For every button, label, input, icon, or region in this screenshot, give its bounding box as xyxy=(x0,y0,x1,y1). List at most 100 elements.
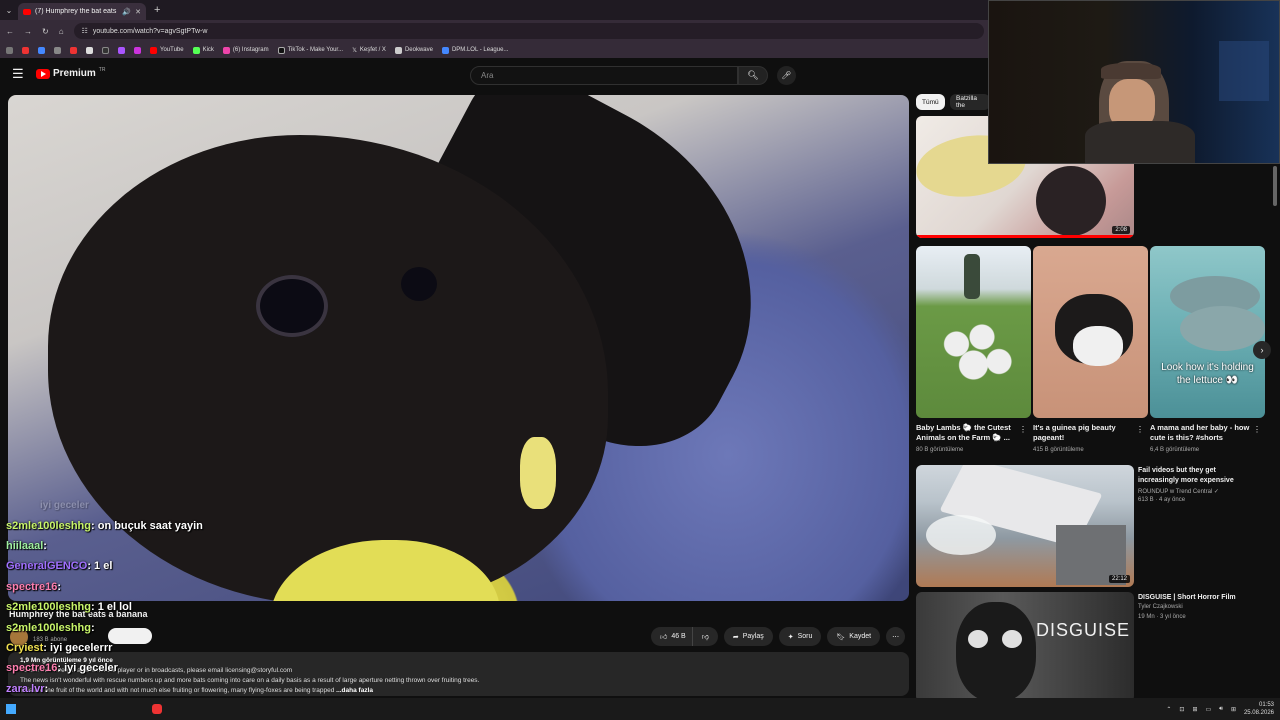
dpm-icon xyxy=(441,46,449,54)
browser-tab-bar: ⌄ (7) Humphrey the bat eats 🔊 ✕ + xyxy=(0,0,990,20)
short-thumbnail-lambs[interactable] xyxy=(916,246,1031,418)
chip-all[interactable]: Tümü xyxy=(916,94,945,110)
description-line: This are the fruit of the world and with… xyxy=(20,687,335,694)
youtube-favicon-icon xyxy=(23,8,31,15)
ask-button[interactable]: ✦ Soru xyxy=(778,627,822,646)
view-count: 1,9 Mn görüntüleme 9 yıl önce xyxy=(20,657,113,664)
video-channel[interactable]: ROUNDUP w Trend Central ✓ xyxy=(1138,488,1219,495)
recommended-video-thumbnail[interactable]: DISGUISE xyxy=(916,592,1134,702)
tab-list-icon[interactable]: ⌄ xyxy=(0,6,18,15)
reload-icon[interactable]: ↻ xyxy=(42,27,49,36)
subscribe-button[interactable] xyxy=(108,628,152,644)
close-tab-icon[interactable]: ✕ xyxy=(135,8,141,16)
site-info-icon[interactable]: ☷ xyxy=(82,27,88,35)
clock[interactable]: 01:53 25.08.2026 xyxy=(1244,701,1274,717)
x-icon: 𝕏 xyxy=(352,47,357,54)
speaker-icon[interactable]: 🔊︎ xyxy=(1219,706,1223,713)
chip-batzilla[interactable]: Batzilla the xyxy=(950,94,990,110)
bookmark-kick[interactable]: Kick xyxy=(192,46,214,54)
voice-search-button[interactable]: 🎤︎ xyxy=(777,66,796,85)
forward-icon[interactable]: → xyxy=(24,27,32,36)
bookmark-icon[interactable] xyxy=(22,46,29,54)
actions-bar: 👍︎ 46 B 👎︎ ➦ Paylaş ✦ Soru 🔖︎ Kaydet ⋯ xyxy=(651,627,906,646)
apps-icon[interactable] xyxy=(6,46,13,54)
dislike-button[interactable]: 👎︎ xyxy=(691,627,718,646)
description-box[interactable]: 1,9 Mn görüntüleme 9 yıl önce To use thi… xyxy=(8,652,909,696)
bookmark-dpm[interactable]: DPM.LOL - League... xyxy=(441,46,508,54)
bookmark-icon[interactable] xyxy=(54,46,61,54)
chat-message-faded: iyi geceler xyxy=(40,500,89,511)
kick-icon xyxy=(192,46,200,54)
taskbar: ⌃ ⊡ ⊞ ▭ 🔊︎ ⊞ 01:53 25.08.2026 xyxy=(0,698,1280,720)
chat-text: : iyi gecelerrr xyxy=(43,642,113,654)
more-actions-button[interactable]: ⋯ xyxy=(886,627,906,646)
bookmark-icon[interactable] xyxy=(70,46,77,54)
share-button[interactable]: ➦ Paylaş xyxy=(723,627,773,646)
like-button[interactable]: 👍︎ 46 B xyxy=(651,627,692,646)
more-icon[interactable]: ⋮ xyxy=(1019,425,1027,434)
tray-app-icon[interactable]: ⊞ xyxy=(1192,706,1197,713)
back-icon[interactable]: ← xyxy=(6,27,14,36)
tray-expand-icon[interactable]: ⌃ xyxy=(1166,706,1171,713)
bookmark-icon[interactable] xyxy=(38,46,45,54)
short-title[interactable]: Baby Lambs 🐑 the Cutest Animals on the F… xyxy=(916,423,1016,443)
description-line: To use this video in a commercial player… xyxy=(20,667,293,674)
video-title[interactable]: Fail videos but they get increasingly mo… xyxy=(1138,466,1258,486)
chat-message: s2mle100leshhg: 1 el lol xyxy=(6,601,132,613)
tiktok-icon xyxy=(277,46,285,54)
url-text: youtube.com/watch?v=agvSgtPTw-w xyxy=(92,27,208,35)
bookmark-youtube[interactable]: YouTube xyxy=(150,46,184,54)
video-channel[interactable]: Tyler Czajkowski xyxy=(1138,604,1183,610)
chat-message: spectre16: xyxy=(6,581,61,593)
chat-message: GeneralGENCO: 1 el xyxy=(6,560,112,572)
bookmark-icon[interactable] xyxy=(134,46,141,54)
new-tab-icon[interactable]: + xyxy=(154,4,160,16)
banana-piece xyxy=(520,437,556,509)
video-title[interactable]: DISGUISE | Short Horror Film xyxy=(1138,593,1258,603)
start-icon[interactable] xyxy=(6,704,16,714)
short-title[interactable]: It's a guinea pig beauty pageant! xyxy=(1033,423,1133,443)
url-field[interactable]: ☷ youtube.com/watch?v=agvSgtPTw-w xyxy=(73,23,984,39)
browser-tab[interactable]: (7) Humphrey the bat eats 🔊 ✕ xyxy=(18,3,146,20)
short-thumbnail-guinea-pig[interactable] xyxy=(1033,246,1148,418)
menu-icon[interactable]: ☰ xyxy=(12,66,24,82)
more-icon[interactable]: ⋮ xyxy=(1253,425,1261,434)
bookmark-icon[interactable] xyxy=(86,46,93,54)
show-more-link[interactable]: ...daha fazla xyxy=(336,687,373,694)
bat-eye xyxy=(256,275,328,337)
search-icon: 🔍︎ xyxy=(747,70,759,80)
short-title[interactable]: A mama and her baby - how cute is this? … xyxy=(1150,423,1250,443)
network-icon[interactable]: ⊞ xyxy=(1231,706,1236,713)
bookmark-tiktok[interactable]: TikTok - Make Your... xyxy=(277,46,343,54)
sparkle-icon: ✦ xyxy=(787,633,794,641)
more-icon: ⋯ xyxy=(892,633,900,641)
bookmark-instagram[interactable]: (6) Instagram xyxy=(222,46,269,54)
chat-text: : 1 el lol xyxy=(91,601,132,613)
taskbar-app-icon[interactable] xyxy=(152,704,162,714)
chat-username: hiilaaal xyxy=(6,540,44,552)
short-views: 80 B görüntüleme xyxy=(916,447,964,453)
monitor-icon[interactable]: ▭ xyxy=(1205,706,1211,713)
speaker-icon: 🔊 xyxy=(122,8,132,16)
bookmark-icon[interactable] xyxy=(102,46,109,54)
thumbnail-overlay-text: DISGUISE xyxy=(1036,620,1131,640)
youtube-logo[interactable]: Premium TR xyxy=(36,67,105,79)
chat-username: Cryiest xyxy=(6,642,44,654)
chat-message: Cryiest: iyi gecelerrr xyxy=(6,642,112,654)
chat-username: zara.lvr xyxy=(6,683,45,695)
save-button[interactable]: 🔖︎ Kaydet xyxy=(827,627,881,646)
shorts-next-button[interactable]: › xyxy=(1253,341,1271,359)
webcam-overlay xyxy=(988,0,1280,164)
page-scrollbar[interactable] xyxy=(1273,166,1277,206)
search-input[interactable]: Ara xyxy=(470,66,738,85)
bookmark-x[interactable]: 𝕏 Keşfet / X xyxy=(352,47,386,54)
short-views: 6,4 B görüntüleme xyxy=(1150,447,1200,453)
tray-app-icon[interactable]: ⊡ xyxy=(1179,706,1184,713)
search-button[interactable]: 🔍︎ xyxy=(738,66,768,85)
short-thumbnail-manatee[interactable]: Look how it's holding the lettuce 👀 xyxy=(1150,246,1265,418)
bookmark-deokwave[interactable]: Deokwave xyxy=(394,46,433,54)
recommended-video-thumbnail[interactable]: 22:12 xyxy=(916,465,1134,587)
home-icon[interactable]: ⌂ xyxy=(59,27,64,36)
more-icon[interactable]: ⋮ xyxy=(1136,425,1144,434)
bookmark-icon[interactable] xyxy=(118,46,125,54)
